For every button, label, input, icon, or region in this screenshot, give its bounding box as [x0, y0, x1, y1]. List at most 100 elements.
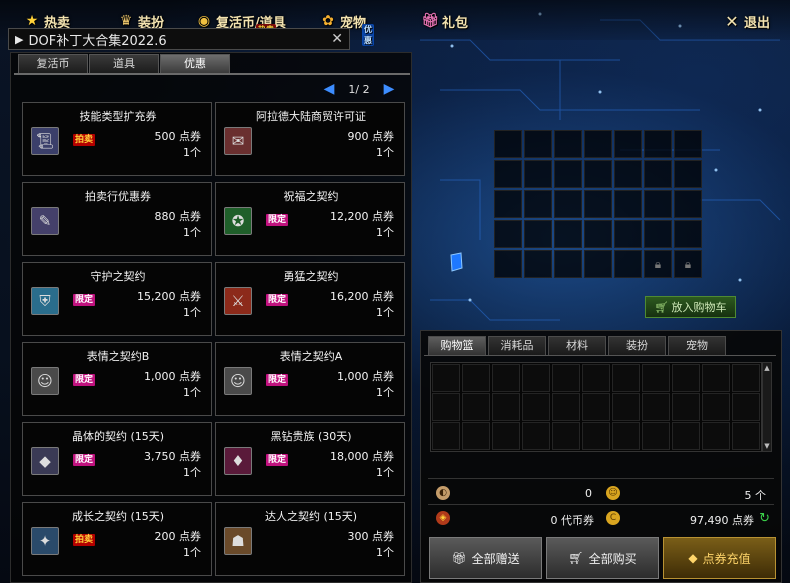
- cart-slot[interactable]: [612, 364, 640, 392]
- cart-slot[interactable]: [462, 393, 490, 421]
- cart-slot[interactable]: [642, 422, 670, 450]
- tab-items[interactable]: 道具: [89, 54, 159, 73]
- preview-slot[interactable]: [674, 130, 702, 158]
- preview-slot[interactable]: [494, 130, 522, 158]
- item-card[interactable]: 守护之契约 ⛨ 限定 15,200 点券 1个: [22, 262, 212, 336]
- preview-slot[interactable]: [644, 190, 672, 218]
- close-icon[interactable]: ✕: [331, 31, 343, 47]
- cart-slot[interactable]: [732, 393, 760, 421]
- add-to-cart-button[interactable]: 🛒︎ 放入购物车: [645, 296, 736, 318]
- cart-slot[interactable]: [552, 364, 580, 392]
- preview-slot[interactable]: [554, 160, 582, 188]
- item-card[interactable]: 达人之契约 (15天) ☗ 300 点券 1个: [215, 502, 405, 576]
- preview-slot[interactable]: [674, 160, 702, 188]
- item-card[interactable]: 表情之契约B ☺ 限定 1,000 点券 1个: [22, 342, 212, 416]
- cart-slot[interactable]: [462, 364, 490, 392]
- cart-slot[interactable]: [702, 393, 730, 421]
- item-card[interactable]: 表情之契约A ☺ 限定 1,000 点券 1个: [215, 342, 405, 416]
- cart-slot[interactable]: [432, 364, 460, 392]
- preview-slot[interactable]: [614, 160, 642, 188]
- cart-slot[interactable]: [552, 393, 580, 421]
- cart-slot[interactable]: [582, 422, 610, 450]
- cart-slot[interactable]: [522, 422, 550, 450]
- cart-slot[interactable]: [672, 364, 700, 392]
- cart-slot[interactable]: [492, 393, 520, 421]
- tab-discount[interactable]: 优惠: [160, 54, 230, 73]
- cart-slot[interactable]: [732, 364, 760, 392]
- item-card[interactable]: 技能类型扩充券 📜︎ 拍卖 500 点券 1个: [22, 102, 212, 176]
- preview-slot[interactable]: 🔒︎: [674, 250, 702, 278]
- exit-button[interactable]: ✕ 退出: [724, 10, 770, 32]
- buy-all-button[interactable]: 🛒︎ 全部购买: [546, 537, 659, 579]
- scroll-up-icon[interactable]: ▲: [763, 363, 771, 373]
- preview-slot[interactable]: [614, 250, 642, 278]
- cart-slot[interactable]: [612, 393, 640, 421]
- cart-scrollbar[interactable]: ▲ ▼: [762, 362, 772, 452]
- preview-slot[interactable]: [554, 130, 582, 158]
- tab-basket[interactable]: 购物篮: [428, 336, 486, 355]
- preview-slot[interactable]: [614, 190, 642, 218]
- preview-slot[interactable]: [524, 190, 552, 218]
- item-card[interactable]: 阿拉德大陆商贸许可证 ✉ 900 点券 1个: [215, 102, 405, 176]
- preview-slot[interactable]: [584, 220, 612, 248]
- preview-slot[interactable]: [494, 250, 522, 278]
- preview-slot[interactable]: [614, 130, 642, 158]
- prev-page-icon[interactable]: ◀: [320, 81, 338, 97]
- cart-slot[interactable]: [462, 422, 490, 450]
- item-card[interactable]: 黑钻贵族 (30天) ♦ 限定 18,000 点券 1个: [215, 422, 405, 496]
- item-card[interactable]: 拍卖行优惠券 ✎ 880 点券 1个: [22, 182, 212, 256]
- cart-slot[interactable]: [642, 393, 670, 421]
- preview-slot[interactable]: 🔒︎: [644, 250, 672, 278]
- preview-slot[interactable]: [554, 190, 582, 218]
- tab-consumables[interactable]: 消耗品: [488, 336, 546, 355]
- preview-slot[interactable]: [524, 130, 552, 158]
- preview-slot[interactable]: [524, 220, 552, 248]
- preview-slot[interactable]: [674, 190, 702, 218]
- preview-slot[interactable]: [494, 160, 522, 188]
- cart-slot[interactable]: [672, 422, 700, 450]
- cart-slot[interactable]: [522, 393, 550, 421]
- preview-slot[interactable]: [494, 190, 522, 218]
- cart-slot[interactable]: [492, 364, 520, 392]
- item-card[interactable]: 成长之契约 (15天) ✦ 拍卖 200 点券 1个: [22, 502, 212, 576]
- preview-slot[interactable]: [584, 160, 612, 188]
- cart-slot[interactable]: [702, 422, 730, 450]
- tab-costume[interactable]: 装扮: [608, 336, 666, 355]
- cart-slot[interactable]: [552, 422, 580, 450]
- preview-slot[interactable]: [644, 130, 672, 158]
- scroll-down-icon[interactable]: ▼: [763, 441, 771, 451]
- preview-slot[interactable]: [584, 250, 612, 278]
- cart-slot[interactable]: [612, 422, 640, 450]
- recharge-button[interactable]: ◆ 点券充值: [663, 537, 776, 579]
- preview-slot[interactable]: [644, 220, 672, 248]
- cart-slot[interactable]: [432, 393, 460, 421]
- cart-slot[interactable]: [432, 422, 460, 450]
- refresh-icon[interactable]: ↻: [759, 511, 770, 526]
- tab-pets[interactable]: 宠物: [668, 336, 726, 355]
- cart-slot[interactable]: [642, 364, 670, 392]
- item-card[interactable]: 祝福之契约 ✪ 限定 12,200 点券 1个: [215, 182, 405, 256]
- item-card[interactable]: 勇猛之契约 ⚔ 限定 16,200 点券 1个: [215, 262, 405, 336]
- preview-slot[interactable]: [584, 130, 612, 158]
- preview-slot[interactable]: [674, 220, 702, 248]
- cart-slot[interactable]: [702, 364, 730, 392]
- preview-slot[interactable]: [584, 190, 612, 218]
- preview-slot[interactable]: [644, 160, 672, 188]
- next-page-icon[interactable]: ▶: [380, 81, 398, 97]
- preview-slot[interactable]: [554, 220, 582, 248]
- tab-revive-coins[interactable]: 复活币: [18, 54, 88, 73]
- tab-materials[interactable]: 材料: [548, 336, 606, 355]
- preview-slot[interactable]: [524, 250, 552, 278]
- preview-slot[interactable]: [554, 250, 582, 278]
- preview-slot[interactable]: [524, 160, 552, 188]
- cart-slot[interactable]: [522, 364, 550, 392]
- cart-slot[interactable]: [582, 364, 610, 392]
- cart-slot[interactable]: [582, 393, 610, 421]
- cart-slot[interactable]: [672, 393, 700, 421]
- item-card[interactable]: 晶体的契约 (15天) ◆ 限定 3,750 点券 1个: [22, 422, 212, 496]
- menu-gift-packs[interactable]: 🎁︎ 礼包: [421, 10, 468, 32]
- cart-slot[interactable]: [492, 422, 520, 450]
- cart-slot[interactable]: [732, 422, 760, 450]
- gift-all-button[interactable]: 🎁︎ 全部赠送: [429, 537, 542, 579]
- preview-slot[interactable]: [494, 220, 522, 248]
